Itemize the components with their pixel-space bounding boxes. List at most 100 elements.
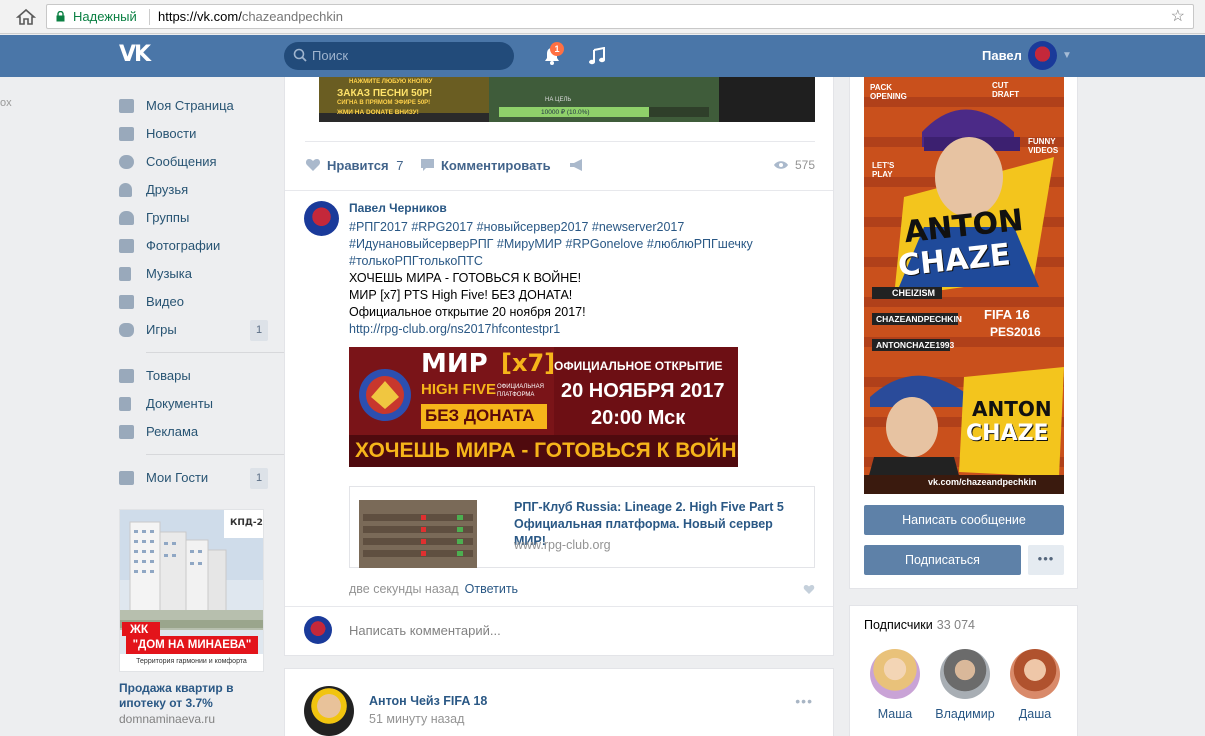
banner-line3: СИГНА В ПРЯМОМ ЭФИРЕ 50Р! bbox=[337, 100, 431, 106]
wall-post-card: Антон Чейз FIFA 18 51 минуту назад ••• bbox=[284, 668, 834, 736]
menu-item-friends[interactable]: Друзья bbox=[119, 176, 269, 204]
url-text[interactable]: https://vk.com/chazeandpechkin bbox=[158, 9, 343, 25]
subscriber-avatar bbox=[940, 649, 990, 699]
stream-banner-image[interactable]: НАЖМИТЕ ЛЮБУЮ КНОПКУ ЗАКАЗ ПЕСНИ 50Р! СИ… bbox=[319, 77, 815, 122]
heart-icon bbox=[305, 159, 321, 171]
subscribers-header[interactable]: Подписчики 33 074 bbox=[864, 618, 975, 633]
url-path: chazeandpechkin bbox=[241, 9, 344, 24]
post-time[interactable]: 51 минуту назад bbox=[369, 712, 464, 727]
menu-item-label: Сообщения bbox=[146, 154, 217, 169]
comment-input[interactable]: Написать комментарий... bbox=[349, 623, 501, 639]
post-hashtags[interactable]: #толькоРПГтолькоПТС bbox=[349, 253, 789, 270]
subscriber-name: Владимир bbox=[935, 707, 995, 721]
post-image-x7: [x7] bbox=[501, 349, 556, 377]
menu-item-video[interactable]: Видео bbox=[119, 288, 269, 316]
post-image-platform: ОФИЦИАЛЬНАЯ ПЛАТФОРМА bbox=[497, 384, 544, 398]
subscribers-count: 33 074 bbox=[936, 618, 975, 632]
menu-item-label: Музыка bbox=[146, 266, 192, 281]
address-separator bbox=[149, 9, 150, 25]
menu-item-games[interactable]: Игры 1 bbox=[119, 316, 269, 344]
heart-icon[interactable] bbox=[803, 584, 815, 595]
ad-image[interactable]: КПД-2 ЖК "ДОМ НА МИНАЕВА" Территория гар… bbox=[119, 509, 264, 672]
post-image-slogan: ХОЧЕШЬ МИРА - ГОТОВЬСЯ К ВОЙНЕ bbox=[355, 439, 738, 462]
cover-twitch: ANTONCHAZE1993 bbox=[876, 340, 955, 350]
more-options-icon[interactable]: ••• bbox=[795, 693, 813, 709]
music-icon[interactable] bbox=[588, 47, 606, 65]
megaphone-icon bbox=[570, 159, 582, 171]
link-snippet[interactable]: РПГ-Клуб Russia: Lineage 2. High Five Pa… bbox=[349, 486, 815, 568]
menu-item-label: Друзья bbox=[146, 182, 189, 197]
menu-item-goods[interactable]: Товары bbox=[119, 362, 269, 390]
profile-cover-image[interactable]: PACK OPENING CUT DRAFT LET'S PLAY FUNNY … bbox=[864, 77, 1064, 494]
menu-item-my-page[interactable]: Моя Страница bbox=[119, 92, 269, 120]
post-image[interactable]: МИР [x7] HIGH FIVE ОФИЦИАЛЬНАЯ ПЛАТФОРМА… bbox=[349, 347, 738, 467]
menu-item-label: Мои Гости bbox=[146, 470, 209, 485]
post-author[interactable]: Антон Чейз FIFA 18 bbox=[369, 694, 487, 709]
subscriber-item[interactable]: Владимир bbox=[930, 649, 1000, 722]
subscribe-button[interactable]: Подписаться bbox=[864, 545, 1021, 575]
search-placeholder: Поиск bbox=[312, 48, 349, 63]
notification-badge: 1 bbox=[550, 42, 564, 56]
menu-item-news[interactable]: Новости bbox=[119, 120, 269, 148]
subscriber-item[interactable]: Даша bbox=[1000, 649, 1070, 722]
post-text: #РПГ2017 #RPG2017 #новыйсервер2017 #news… bbox=[349, 219, 789, 338]
like-button[interactable]: Нравится 7 bbox=[305, 157, 403, 174]
post-image-hf: HIGH FIVE bbox=[421, 381, 497, 398]
post-hashtags[interactable]: #ИдунановыйсерверРПГ #МируМИР #RPGonelov… bbox=[349, 236, 789, 253]
menu-item-ads[interactable]: Реклама bbox=[119, 418, 269, 446]
grid-icon bbox=[119, 471, 134, 485]
post-image-date: 20 НОЯБРЯ 2017 bbox=[561, 380, 725, 402]
send-message-button[interactable]: Написать сообщение bbox=[864, 505, 1064, 535]
post-time[interactable]: две секунды назад bbox=[349, 582, 459, 596]
post-line: ХОЧЕШЬ МИРА - ГОТОВЬСЯ К ВОЙНЕ! bbox=[349, 271, 582, 285]
menu-item-label: Новости bbox=[146, 126, 197, 141]
menu-item-label: Документы bbox=[146, 396, 214, 411]
post-link[interactable]: http://rpg-club.org/ns2017hfcontestpr1 bbox=[349, 321, 789, 338]
banner-line1: НАЖМИТЕ ЛЮБУЮ КНОПКУ bbox=[349, 79, 433, 85]
reply-link[interactable]: Ответить bbox=[465, 582, 518, 596]
menu-item-messages[interactable]: Сообщения bbox=[119, 148, 269, 176]
post-line: Официальное открытие 20 ноября 2017! bbox=[349, 305, 586, 319]
cover-fifa: FIFA 16 bbox=[984, 307, 1030, 322]
more-actions-button[interactable]: ••• bbox=[1028, 545, 1064, 575]
ad-domain[interactable]: domnaminaeva.ru bbox=[119, 712, 215, 726]
music-icon bbox=[119, 267, 131, 281]
ad-title[interactable]: Продажа квартир в ипотеку от 3.7% bbox=[119, 681, 269, 711]
menu-divider bbox=[146, 454, 289, 455]
address-bar[interactable]: Надежный https://vk.com/chazeandpechkin … bbox=[46, 4, 1194, 29]
user-avatar[interactable] bbox=[1028, 41, 1057, 70]
ad-banner-title: "ДОМ НА МИНАЕВА" bbox=[132, 639, 252, 651]
bookmark-star-icon[interactable]: ☆ bbox=[1171, 7, 1185, 27]
menu-item-music[interactable]: Музыка bbox=[119, 260, 269, 288]
comment-button[interactable]: Комментировать bbox=[420, 157, 551, 174]
home-icon[interactable] bbox=[16, 8, 36, 26]
ad-logo: КПД-2 bbox=[230, 518, 263, 528]
share-button[interactable] bbox=[569, 157, 590, 174]
comment-label: Комментировать bbox=[441, 158, 551, 173]
like-label: Нравится bbox=[327, 158, 389, 173]
post-meta: две секунды назад Ответить bbox=[349, 581, 518, 597]
post-image-time: 20:00 Мск bbox=[591, 407, 686, 429]
post-image-nodonate: БЕЗ ДОНАТА bbox=[425, 406, 535, 425]
menu-item-documents[interactable]: Документы bbox=[119, 390, 269, 418]
menu-item-guests[interactable]: Мои Гости 1 bbox=[119, 464, 269, 492]
subscriber-avatar bbox=[1010, 649, 1060, 699]
url-host: https://vk.com/ bbox=[158, 9, 242, 24]
user-name[interactable]: Павел bbox=[982, 48, 1022, 64]
search-input[interactable]: Поиск bbox=[284, 42, 514, 70]
chevron-down-icon[interactable]: ▼ bbox=[1062, 48, 1072, 64]
post-author[interactable]: Павел Черников bbox=[349, 201, 447, 216]
subscribers-label: Подписчики bbox=[864, 618, 933, 632]
vk-logo-icon[interactable]: VK bbox=[119, 43, 153, 67]
menu-item-photos[interactable]: Фотографии bbox=[119, 232, 269, 260]
views-counter: 575 bbox=[773, 157, 815, 174]
menu-item-groups[interactable]: Группы bbox=[119, 204, 269, 232]
post-author-avatar[interactable] bbox=[304, 201, 339, 236]
post-hashtags[interactable]: #РПГ2017 #RPG2017 #новыйсервер2017 #news… bbox=[349, 219, 789, 236]
cover-funny: FUNNY VIDEOS bbox=[1028, 137, 1059, 155]
menu-item-label: Реклама bbox=[146, 424, 199, 439]
banner-goal: 10000 ₽ (10.0%) bbox=[541, 109, 590, 116]
post-image-opening: ОФИЦИАЛЬНОЕ ОТКРЫТИЕ bbox=[554, 359, 723, 373]
subscriber-item[interactable]: Маша bbox=[860, 649, 930, 722]
post-author-avatar[interactable] bbox=[304, 686, 354, 736]
